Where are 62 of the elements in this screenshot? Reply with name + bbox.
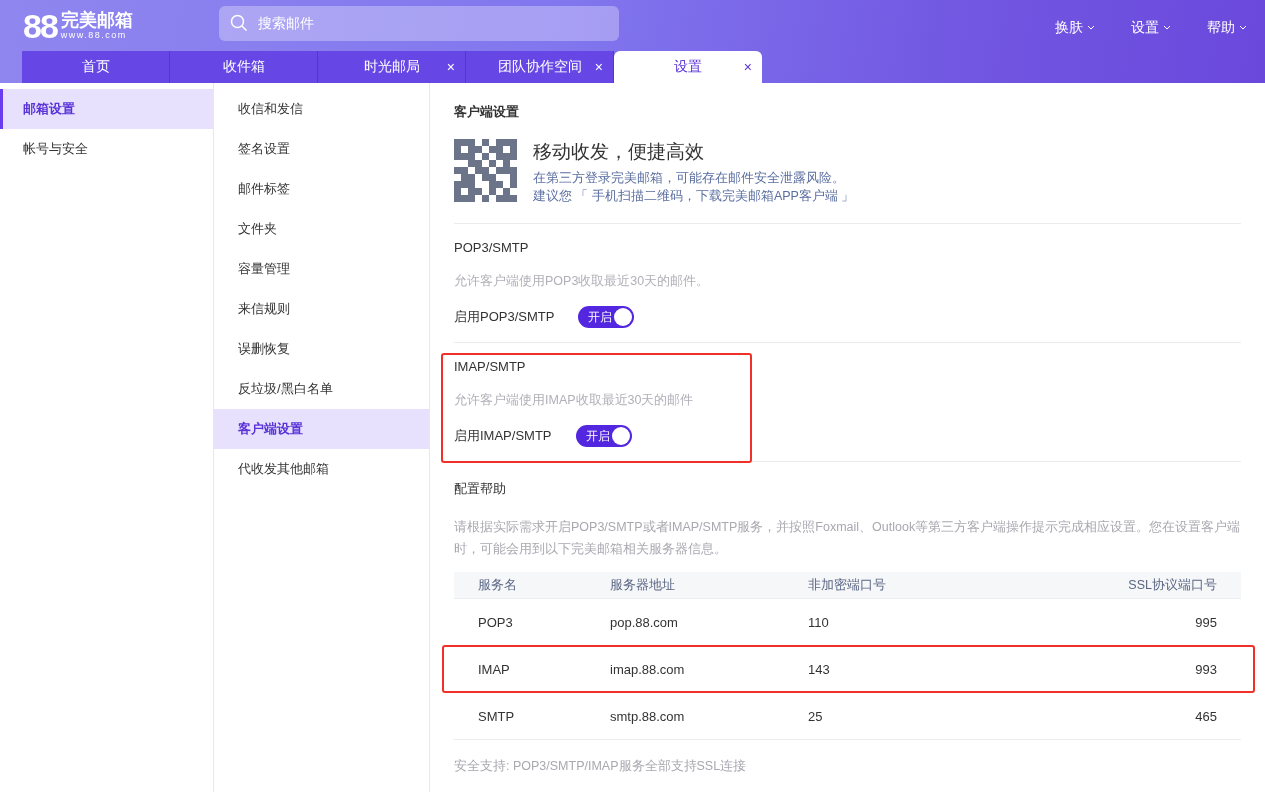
table-cell-text: 110: [808, 614, 830, 630]
subnav-item[interactable]: 代收发其他邮箱: [214, 449, 429, 489]
subnav-item[interactable]: 容量管理: [214, 249, 429, 289]
table-cell-text: smtp.88.com: [610, 708, 686, 724]
tab[interactable]: 首页: [22, 51, 170, 83]
logo-mark: 88: [23, 8, 57, 43]
section-description: 允许客户端使用IMAP收取最近30天的邮件: [454, 392, 695, 409]
subnav-item[interactable]: 误删恢复: [214, 329, 429, 369]
table-cell-text: imap.88.com: [610, 661, 686, 677]
search-icon: [230, 13, 248, 32]
menu-button[interactable]: 设置: [1131, 18, 1171, 37]
footer-note: 安全支持: POP3/SMTP/IMAP服务全部支持SSL连接: [454, 758, 748, 775]
subnav-item[interactable]: 邮件标签: [214, 169, 429, 209]
table-cell-text: 993: [1194, 661, 1218, 677]
menu-button[interactable]: 帮助: [1207, 18, 1247, 37]
subnav-item[interactable]: 收信和发信: [214, 89, 429, 129]
logo-url: www.88.com: [60, 30, 128, 41]
tab[interactable]: 团队协作空间 ×: [466, 51, 614, 83]
section-title: 客户端设置: [454, 103, 520, 121]
subnav-item[interactable]: 签名设置: [214, 129, 429, 169]
table-cell-text: 143: [808, 661, 831, 677]
toggle-switch[interactable]: 开启: [578, 306, 635, 328]
table-cell-text: pop.88.com: [610, 614, 679, 630]
table-cell-text: 465: [1194, 708, 1218, 724]
sidebar-item[interactable]: 帐号与安全: [0, 129, 213, 169]
qr-code-icon: [454, 139, 517, 202]
close-icon[interactable]: ×: [446, 59, 455, 75]
table-cell-text: SMTP: [477, 708, 516, 724]
table-cell-text: 25: [808, 708, 824, 724]
logo-name: 完美邮箱: [60, 10, 133, 31]
promo-text: 在第三方登录完美邮箱，可能存在邮件安全泄露风险。: [533, 170, 846, 187]
subnav-item[interactable]: 反垃圾/黑白名单: [214, 369, 429, 409]
column-header: 非加密端口号: [808, 576, 887, 594]
help-text: 请根据实际需求开启POP3/SMTP或者IMAP/SMTP服务，并按照Foxmail、Outlook等第三方客户端操作提示完成相应设置。您在设置客户端时，可能会用到以下完美邮箱相关服务器信息。: [454, 519, 1241, 558]
toggle-switch[interactable]: 开启: [575, 425, 632, 447]
promo-headline: 移动收发，便捷高效: [533, 140, 705, 164]
section-title: 配置帮助: [454, 480, 507, 498]
close-icon[interactable]: ×: [594, 59, 603, 75]
close-icon[interactable]: ×: [743, 59, 752, 75]
tab[interactable]: 收件箱: [170, 51, 318, 83]
toggle-label: 启用POP3/SMTP: [454, 308, 555, 326]
tab[interactable]: 时光邮局 ×: [318, 51, 466, 83]
sidebar-item[interactable]: 邮箱设置: [0, 89, 213, 129]
tab[interactable]: 设置 ×: [614, 51, 762, 83]
table-cell-text: POP3: [477, 614, 514, 630]
table-cell-text: 995: [1194, 614, 1218, 630]
caret-icon: [1163, 25, 1171, 30]
table-cell-text: IMAP: [477, 661, 511, 677]
menu-button[interactable]: 换肤: [1055, 18, 1095, 37]
column-header: 服务名: [477, 576, 518, 594]
subnav-item[interactable]: 来信规则: [214, 289, 429, 329]
caret-icon: [1087, 25, 1095, 30]
toggle-label: 启用IMAP/SMTP: [454, 427, 552, 445]
section-title: IMAP/SMTP: [454, 359, 527, 374]
promo-text: 建议您 「 手机扫描二维码，下载完美邮箱APP客户端 」: [533, 188, 855, 205]
column-header: 服务器地址: [610, 576, 676, 594]
caret-icon: [1239, 25, 1247, 30]
section-title: POP3/SMTP: [454, 240, 530, 255]
subnav-item[interactable]: 客户端设置: [214, 409, 429, 449]
section-description: 允许客户端使用POP3收取最近30天的邮件。: [454, 273, 711, 290]
column-header: SSL协议端口号: [1127, 576, 1218, 594]
subnav-item[interactable]: 文件夹: [214, 209, 429, 249]
